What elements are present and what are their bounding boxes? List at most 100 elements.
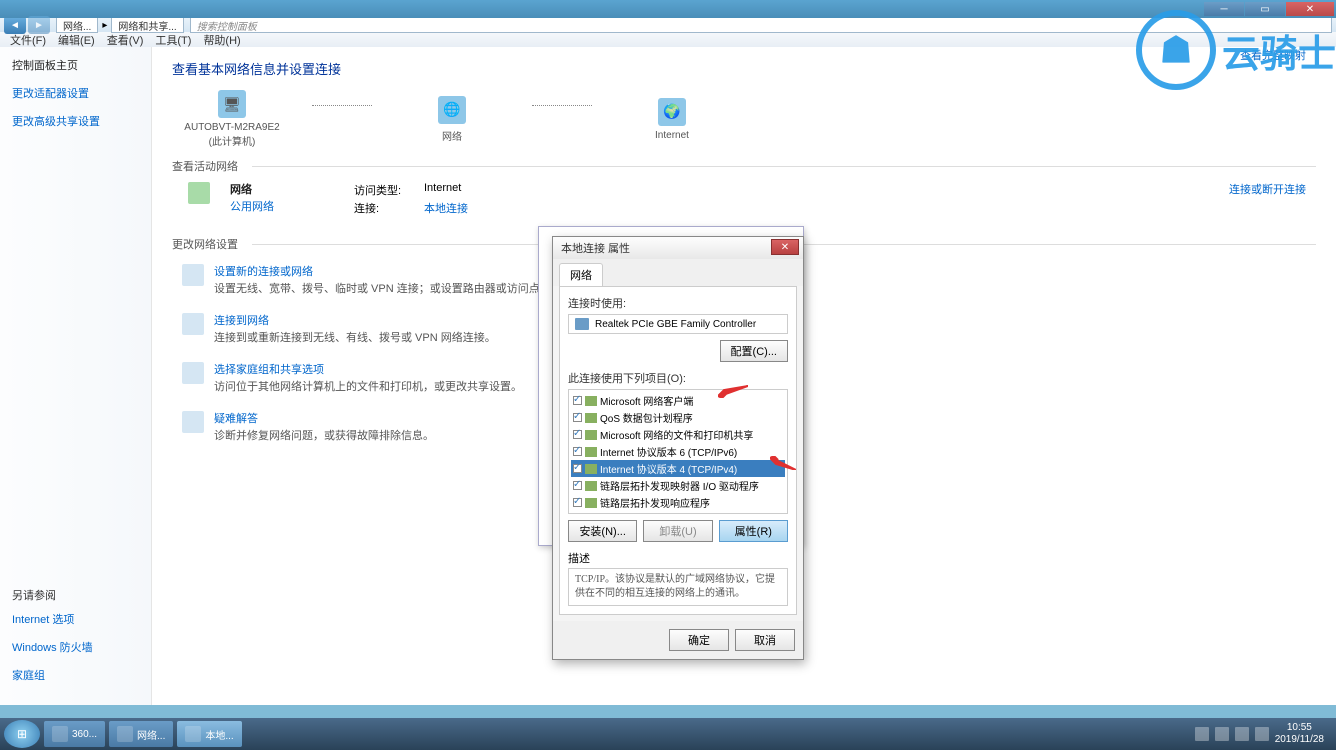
- dialog-tabs: 网络: [553, 259, 803, 286]
- tray-up-icon[interactable]: [1195, 727, 1209, 741]
- tray-volume-icon[interactable]: [1255, 727, 1269, 741]
- install-button[interactable]: 安装(N)...: [568, 520, 637, 542]
- map-line: [312, 105, 372, 106]
- checkbox[interactable]: [573, 481, 582, 490]
- connect-icon: [182, 313, 204, 335]
- taskbar-item[interactable]: 网络...: [109, 721, 173, 747]
- pc-icon: 🖥: [218, 90, 246, 118]
- map-line: [532, 105, 592, 106]
- menu-help[interactable]: 帮助(H): [197, 32, 246, 48]
- sidebar-link-internet-options[interactable]: Internet 选项: [12, 611, 139, 627]
- connect-disconnect-link[interactable]: 连接或断开连接: [1229, 181, 1306, 197]
- titlebar: ─ ▭ ✕: [0, 0, 1336, 18]
- active-networks-label: 查看活动网络: [172, 158, 1316, 174]
- network-icon: 🌐: [438, 96, 466, 124]
- clock[interactable]: 10:55 2019/11/28: [1275, 722, 1324, 746]
- setting-title[interactable]: 设置新的连接或网络: [214, 264, 551, 281]
- description-text: TCP/IP。该协议是默认的广域网络协议，它提供在不同的相互连接的网络上的通讯。: [568, 568, 788, 606]
- protocol-icon: [585, 481, 597, 491]
- taskbar-label: 本地...: [205, 727, 233, 742]
- setting-title[interactable]: 疑难解答: [214, 411, 434, 428]
- protocol-icon: [585, 498, 597, 508]
- checkbox[interactable]: [573, 430, 582, 439]
- tab-network[interactable]: 网络: [559, 263, 603, 286]
- active-network-type[interactable]: 公用网络: [230, 199, 274, 216]
- connection-label: 连接:: [354, 200, 414, 216]
- address-bar: ◄ ► 网络... ▸ 网络和共享... 搜索控制面板: [0, 18, 1336, 32]
- protocol-list[interactable]: Microsoft 网络客户端 QoS 数据包计划程序 Microsoft 网络…: [568, 389, 788, 514]
- dialog-titlebar[interactable]: 本地连接 属性 ✕: [553, 237, 803, 259]
- cancel-button[interactable]: 取消: [735, 629, 795, 651]
- list-item-ipv4[interactable]: Internet 协议版本 4 (TCP/IPv4): [571, 460, 785, 477]
- list-item-label: Internet 协议版本 4 (TCP/IPv4): [600, 461, 737, 476]
- search-input[interactable]: 搜索控制面板: [190, 17, 1332, 33]
- configure-button[interactable]: 配置(C)...: [720, 340, 788, 362]
- setting-desc: 连接到或重新连接到无线、有线、拨号或 VPN 网络连接。: [214, 332, 496, 344]
- properties-button[interactable]: 属性(R): [719, 520, 788, 542]
- clock-time: 10:55: [1275, 722, 1324, 734]
- menu-bar: 文件(F) 编辑(E) 查看(V) 工具(T) 帮助(H): [0, 32, 1336, 47]
- protocol-icon: [585, 396, 597, 406]
- setting-title[interactable]: 选择家庭组和共享选项: [214, 362, 522, 379]
- protocol-icon: [585, 447, 597, 457]
- sidebar-link-firewall[interactable]: Windows 防火墙: [12, 639, 139, 655]
- forward-button[interactable]: ►: [28, 16, 50, 34]
- protocol-icon: [585, 430, 597, 440]
- tray-network-icon[interactable]: [1235, 727, 1249, 741]
- dialog-title: 本地连接 属性: [561, 240, 630, 256]
- close-button[interactable]: ✕: [1286, 2, 1334, 16]
- taskbar-item[interactable]: 360...: [44, 721, 105, 747]
- checkbox[interactable]: [573, 396, 582, 405]
- items-label: 此连接使用下列项目(O):: [568, 362, 788, 386]
- app-icon: [185, 726, 201, 742]
- checkbox[interactable]: [573, 464, 582, 473]
- setting-desc: 诊断并修复网络问题，或获得故障排除信息。: [214, 430, 434, 442]
- dialog-body: 连接时使用: Realtek PCIe GBE Family Controlle…: [559, 286, 797, 615]
- dialog-footer: 确定 取消: [553, 621, 803, 659]
- checkbox[interactable]: [573, 498, 582, 507]
- node-network-label: 网络: [442, 128, 462, 143]
- view-full-map-link[interactable]: 查看完整映射: [1240, 47, 1306, 63]
- menu-tools[interactable]: 工具(T): [149, 32, 197, 48]
- dialog-close-button[interactable]: ✕: [771, 239, 799, 255]
- taskbar-label: 网络...: [137, 727, 165, 742]
- system-tray: 10:55 2019/11/28: [1195, 722, 1332, 746]
- taskbar-item[interactable]: 本地...: [177, 721, 241, 747]
- list-item-label: 链路层拓扑发现响应程序: [600, 495, 710, 510]
- page-heading: 查看基本网络信息并设置连接: [172, 59, 1316, 78]
- maximize-button[interactable]: ▭: [1245, 2, 1285, 16]
- start-button[interactable]: ⊞: [4, 720, 40, 748]
- list-item[interactable]: QoS 数据包计划程序: [571, 409, 785, 426]
- active-network: 网络 公用网络 访问类型: Internet 连接: 本地连接: [172, 182, 1316, 216]
- minimize-button[interactable]: ─: [1204, 2, 1244, 16]
- list-item-label: 链路层拓扑发现映射器 I/O 驱动程序: [600, 478, 759, 493]
- node-pc-label: AUTOBVT-M2RA9E2: [184, 122, 279, 133]
- sidebar-title[interactable]: 控制面板主页: [12, 57, 139, 73]
- setting-title[interactable]: 连接到网络: [214, 313, 496, 330]
- list-item[interactable]: 链路层拓扑发现映射器 I/O 驱动程序: [571, 477, 785, 494]
- list-item-label: Microsoft 网络的文件和打印机共享: [600, 427, 753, 442]
- app-icon: [52, 726, 68, 742]
- ok-button[interactable]: 确定: [669, 629, 729, 651]
- taskbar-label: 360...: [72, 729, 97, 740]
- list-item[interactable]: 链路层拓扑发现响应程序: [571, 494, 785, 511]
- sidebar-link-adapter[interactable]: 更改适配器设置: [12, 85, 139, 101]
- sidebar-link-sharing[interactable]: 更改高级共享设置: [12, 113, 139, 129]
- list-item[interactable]: Microsoft 网络的文件和打印机共享: [571, 426, 785, 443]
- tray-flag-icon[interactable]: [1215, 727, 1229, 741]
- uninstall-button[interactable]: 卸载(U): [643, 520, 712, 542]
- connection-link[interactable]: 本地连接: [424, 200, 468, 216]
- menu-edit[interactable]: 编辑(E): [52, 32, 101, 48]
- checkbox[interactable]: [573, 447, 582, 456]
- menu-view[interactable]: 查看(V): [101, 32, 150, 48]
- sidebar-link-homegroup[interactable]: 家庭组: [12, 667, 139, 683]
- taskbar: ⊞ 360... 网络... 本地... 10:55 2019/11/28: [0, 718, 1336, 750]
- checkbox[interactable]: [573, 413, 582, 422]
- list-item[interactable]: Microsoft 网络客户端: [571, 392, 785, 409]
- list-item[interactable]: Internet 协议版本 6 (TCP/IPv6): [571, 443, 785, 460]
- network-map: 🖥 AUTOBVT-M2RA9E2 (此计算机) 🌐 网络 🌍 Internet: [172, 90, 1316, 148]
- protocol-icon: [585, 464, 597, 474]
- node-pc-sublabel: (此计算机): [209, 133, 256, 148]
- access-type-value: Internet: [424, 182, 468, 198]
- node-pc: 🖥 AUTOBVT-M2RA9E2 (此计算机): [172, 90, 292, 148]
